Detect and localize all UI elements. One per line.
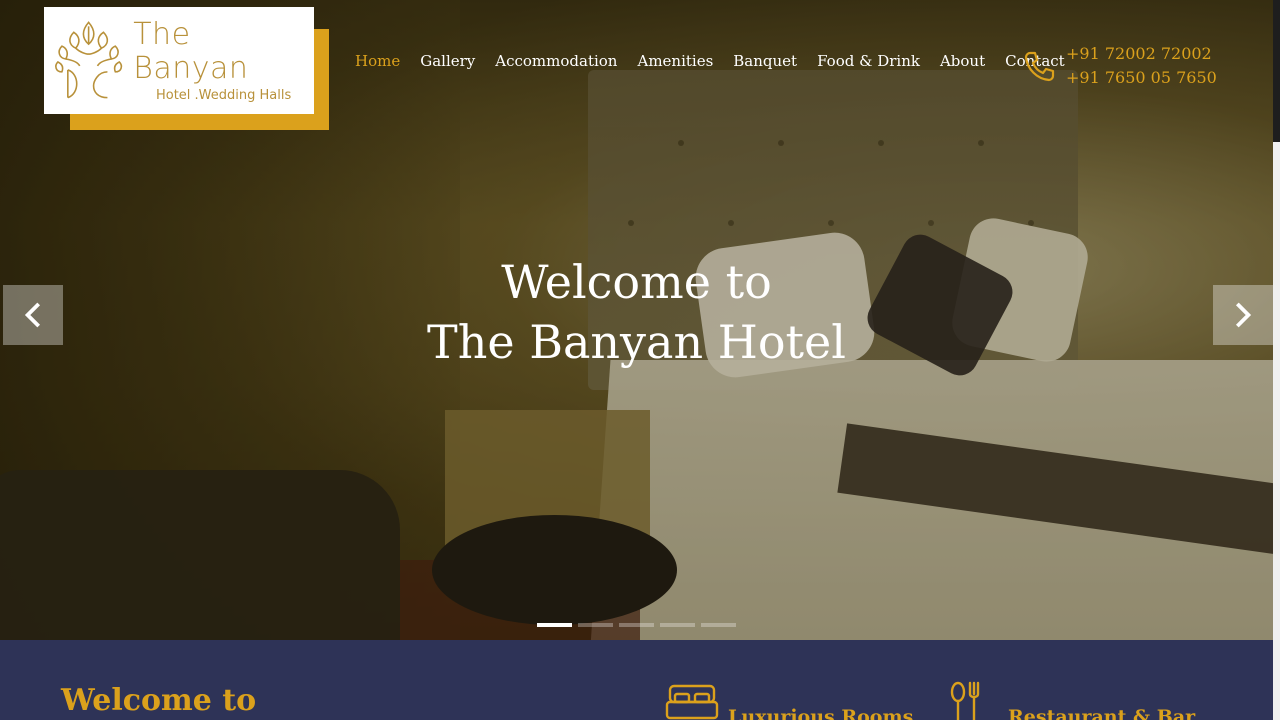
phone-number-1[interactable]: +91 72002 72002 bbox=[1066, 42, 1217, 66]
feature-luxurious-rooms: Luxurious Rooms bbox=[664, 680, 913, 720]
slider-dot-2[interactable] bbox=[578, 623, 613, 627]
nav-item-banquet[interactable]: Banquet bbox=[733, 51, 797, 71]
banyan-leaf-logo-icon bbox=[55, 20, 123, 98]
main-navigation: Home Gallery Accommodation Amenities Ban… bbox=[355, 51, 1085, 71]
nav-item-amenities[interactable]: Amenities bbox=[637, 51, 713, 71]
nav-item-home[interactable]: Home bbox=[355, 51, 400, 71]
slider-dot-3[interactable] bbox=[619, 623, 654, 627]
slider-dot-4[interactable] bbox=[660, 623, 695, 627]
logo-text: The Banyan Hotel .Wedding Halls bbox=[133, 17, 314, 104]
nav-item-about[interactable]: About bbox=[940, 51, 985, 71]
logo-tagline: Hotel .Wedding Halls bbox=[155, 88, 292, 103]
slider-indicators bbox=[537, 623, 736, 627]
slider-dot-1[interactable] bbox=[537, 623, 572, 627]
intro-heading: Welcome to bbox=[61, 683, 257, 718]
chevron-right-icon bbox=[1235, 302, 1252, 328]
feature-restaurant-bar: Restaurant & Bar bbox=[944, 680, 1195, 720]
phone-numbers: +91 72002 72002 +91 7650 05 7650 bbox=[1066, 42, 1217, 90]
nav-item-accommodation[interactable]: Accommodation bbox=[495, 51, 617, 71]
hero-title-line-1: Welcome to bbox=[501, 255, 772, 309]
logo-brand-name: The Banyan bbox=[133, 17, 249, 86]
header-contact: +91 72002 72002 +91 7650 05 7650 bbox=[1022, 42, 1217, 90]
page-scrollbar-thumb[interactable] bbox=[1273, 0, 1280, 142]
site-logo[interactable]: The Banyan Hotel .Wedding Halls bbox=[44, 7, 314, 114]
slider-dot-5[interactable] bbox=[701, 623, 736, 627]
feature-label: Luxurious Rooms bbox=[728, 706, 914, 720]
cutlery-icon bbox=[950, 681, 980, 720]
bed-icon bbox=[665, 684, 719, 720]
hero-title: Welcome to The Banyan Hotel bbox=[0, 252, 1273, 372]
nav-item-gallery[interactable]: Gallery bbox=[420, 51, 475, 71]
phone-number-2[interactable]: +91 7650 05 7650 bbox=[1066, 66, 1217, 90]
feature-label: Restaurant & Bar bbox=[1008, 706, 1196, 720]
hero-title-line-2: The Banyan Hotel bbox=[427, 315, 846, 369]
phone-icon bbox=[1024, 51, 1055, 82]
chevron-left-icon bbox=[24, 302, 41, 328]
slider-next-button[interactable] bbox=[1213, 285, 1273, 345]
nav-item-food-drink[interactable]: Food & Drink bbox=[817, 51, 920, 71]
slider-prev-button[interactable] bbox=[3, 285, 63, 345]
